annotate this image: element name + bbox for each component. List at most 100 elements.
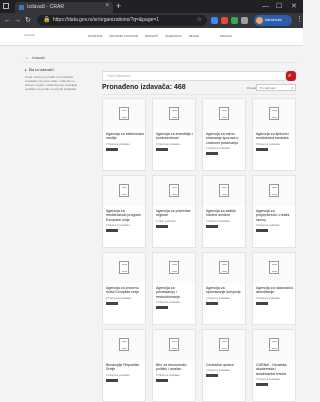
publisher-card[interactable]: Agencija za lijekove i medicinska sredst…: [252, 98, 296, 171]
search-icon: ⌕: [288, 73, 292, 79]
document-icon: [269, 261, 279, 274]
card-title[interactable]: Agencija za nacionalno akreditacije: [256, 286, 294, 295]
card-title[interactable]: Agencija za poljoprivredu i ruralni razv…: [256, 209, 294, 222]
back-icon[interactable]: ←: [4, 15, 11, 26]
card-badge: [106, 379, 118, 382]
card-title[interactable]: Agencija za lijekove i medicinska sredst…: [256, 132, 294, 141]
reload-icon[interactable]: ↻: [25, 15, 31, 26]
card-title[interactable]: Agencija za sprečavanje korupcije: [206, 286, 244, 295]
publisher-card[interactable]: Agencija za elektronske medije 7 Skupova …: [102, 98, 146, 171]
close-window-button[interactable]: ✕: [291, 1, 297, 12]
card-dataset-count: 0 Skupova podataka: [256, 297, 280, 300]
site-subtitle: Izdavači: [24, 33, 36, 37]
sidebar-title-label: Šta su izdavači?: [28, 68, 55, 72]
document-icon: [169, 261, 179, 274]
nav-item-reuse[interactable]: REUSE: [189, 34, 199, 38]
card-badge: [206, 225, 218, 228]
card-badge: [206, 302, 218, 305]
minimize-button[interactable]: —: [262, 1, 269, 12]
publisher-card[interactable]: Biro za ekonomsku politiku i analizu 0 Sk…: [152, 329, 196, 402]
document-icon: [169, 184, 179, 197]
card-thumbnail: [253, 99, 295, 129]
address-bar[interactable]: 🔒 https://data.gov.rs/sr/organizations/?…: [37, 15, 207, 26]
card-title[interactable]: Agencija za procenu rizika Evropske unij…: [106, 286, 144, 295]
card-title[interactable]: Agencija za elektronske medije: [106, 132, 144, 141]
profile-button[interactable]: Istraživač: [254, 15, 292, 26]
card-title[interactable]: Agencija za zaštitu životne sredine: [206, 209, 244, 218]
card-badge: [156, 306, 168, 309]
extension-icon[interactable]: [231, 17, 238, 24]
card-title[interactable]: Biro za ekonomsku politiku i analizu: [156, 363, 194, 372]
card-badge: [206, 374, 218, 377]
publisher-card[interactable]: Agencija za zaštitu životne sredine 0 Sku…: [202, 175, 246, 248]
document-icon: [119, 261, 129, 274]
card-thumbnail: [153, 99, 195, 129]
extension-icon[interactable]: [241, 17, 248, 24]
login-link[interactable]: PRIJAVA: [220, 34, 232, 38]
sidebar-title[interactable]: ▸ Šta su izdavači?: [25, 68, 54, 72]
nav-item-publishers[interactable]: IZDAVAČI: [145, 34, 158, 38]
publisher-card[interactable]: Agencija za mirno rešavanje sporova u zn…: [202, 98, 246, 171]
browser-tab[interactable]: Izdavači - CRAR ×: [15, 2, 113, 13]
main-navigation: POČETNA PRONAĐI PODATKE IZDAVAČI ZAJEDNI…: [88, 34, 238, 38]
card-badge: [206, 152, 218, 155]
chevron-right-icon: ▸: [25, 68, 27, 72]
card-dataset-count: 0 Skupova podataka: [206, 147, 230, 150]
publisher-card[interactable]: Agencija za privredne registre 1 Skup pod…: [152, 175, 196, 248]
card-thumbnail: [203, 176, 245, 206]
search-button[interactable]: ⌕: [286, 71, 296, 81]
card-badge: [106, 229, 118, 232]
divider: [102, 94, 296, 95]
card-dataset-count: 0 Skupova podataka: [256, 378, 280, 381]
card-title[interactable]: Agencija za investicije i konkurentnost: [156, 132, 194, 141]
tab-close-icon[interactable]: ×: [105, 3, 109, 9]
publisher-card[interactable]: Agencija za nacionalno akreditacije 0 Sku…: [252, 252, 296, 325]
card-title[interactable]: CARNet - Hrvatska akademska i istraživač…: [256, 363, 294, 376]
card-thumbnail: [103, 253, 145, 283]
card-dataset-count: 0 Skupova podataka: [156, 301, 180, 304]
sort-select[interactable]: Po važnosti ▾: [256, 84, 296, 91]
publisher-card[interactable]: Agencija za procenu rizika Evropske unij…: [102, 252, 146, 325]
publisher-card[interactable]: Agencija za investicije i konkurentnost 0…: [152, 98, 196, 171]
card-badge: [256, 148, 268, 151]
extension-icon[interactable]: [221, 17, 228, 24]
new-tab-button[interactable]: +: [116, 1, 121, 12]
nav-item-community[interactable]: ZAJEDNICA: [165, 34, 182, 38]
card-title[interactable]: Agencija za privredne registre: [156, 209, 194, 218]
site-header: Izdavači POČETNA PRONAĐI PODATKE IZDAVAČ…: [0, 28, 303, 46]
card-badge: [156, 379, 168, 382]
card-dataset-count: 0 Skupova podataka: [206, 220, 230, 223]
search-input[interactable]: Traži izdavače...: [102, 71, 286, 81]
divider: [22, 62, 297, 63]
publisher-card[interactable]: Bioskoplje Republike Srbije 0 Skupova pod…: [102, 329, 146, 402]
card-title[interactable]: Agencija za mediteranski program Evropsk…: [106, 209, 144, 222]
nav-item-home[interactable]: POČETNA: [88, 34, 103, 38]
publisher-card[interactable]: Agencija za privatizaciju i restrukturir…: [152, 252, 196, 325]
card-badge: [156, 225, 168, 228]
card-thumbnail: [153, 176, 195, 206]
browser-tab-bar: Izdavači - CRAR × + — ☐ ✕: [0, 0, 303, 13]
url-text[interactable]: https://data.gov.rs/sr/organizations/?q=…: [53, 17, 159, 23]
nav-item-find-data[interactable]: PRONAĐI PODATKE: [109, 34, 138, 38]
card-dataset-count: 0 Skupova podataka: [156, 374, 180, 377]
card-dataset-count: 1 Skup podataka: [156, 220, 176, 223]
publisher-card[interactable]: Agencija za mediteranski program Evropsk…: [102, 175, 146, 248]
publisher-card[interactable]: CARNet - Hrvatska akademska i istraživač…: [252, 329, 296, 402]
card-thumbnail: [103, 176, 145, 206]
document-icon: [119, 107, 129, 120]
bookmark-star-icon[interactable]: ☆: [197, 16, 202, 23]
document-icon: [219, 184, 229, 197]
breadcrumb: ⌂ Izdavači: [26, 56, 45, 60]
card-dataset-count: 0 Skupova podataka: [106, 374, 130, 377]
maximize-button[interactable]: ☐: [276, 1, 282, 12]
card-title[interactable]: Agencija za privatizaciju i restrukturir…: [156, 286, 194, 299]
browser-menu-icon[interactable]: ⋮: [296, 15, 303, 23]
forward-icon[interactable]: →: [14, 15, 21, 26]
extension-icon[interactable]: [211, 17, 218, 24]
publisher-card[interactable]: Centralna uprava 0 Skupova podataka: [202, 329, 246, 402]
publisher-card[interactable]: Agencija za poljoprivredu i ruralni razv…: [252, 175, 296, 248]
card-title[interactable]: Bioskoplje Republike Srbije: [106, 363, 144, 372]
publisher-card[interactable]: Agencija za sprečavanje korupcije 2 Skupo…: [202, 252, 246, 325]
home-icon[interactable]: ⌂: [26, 56, 28, 60]
card-title[interactable]: Agencija za mirno rešavanje sporova u zn…: [206, 132, 244, 145]
